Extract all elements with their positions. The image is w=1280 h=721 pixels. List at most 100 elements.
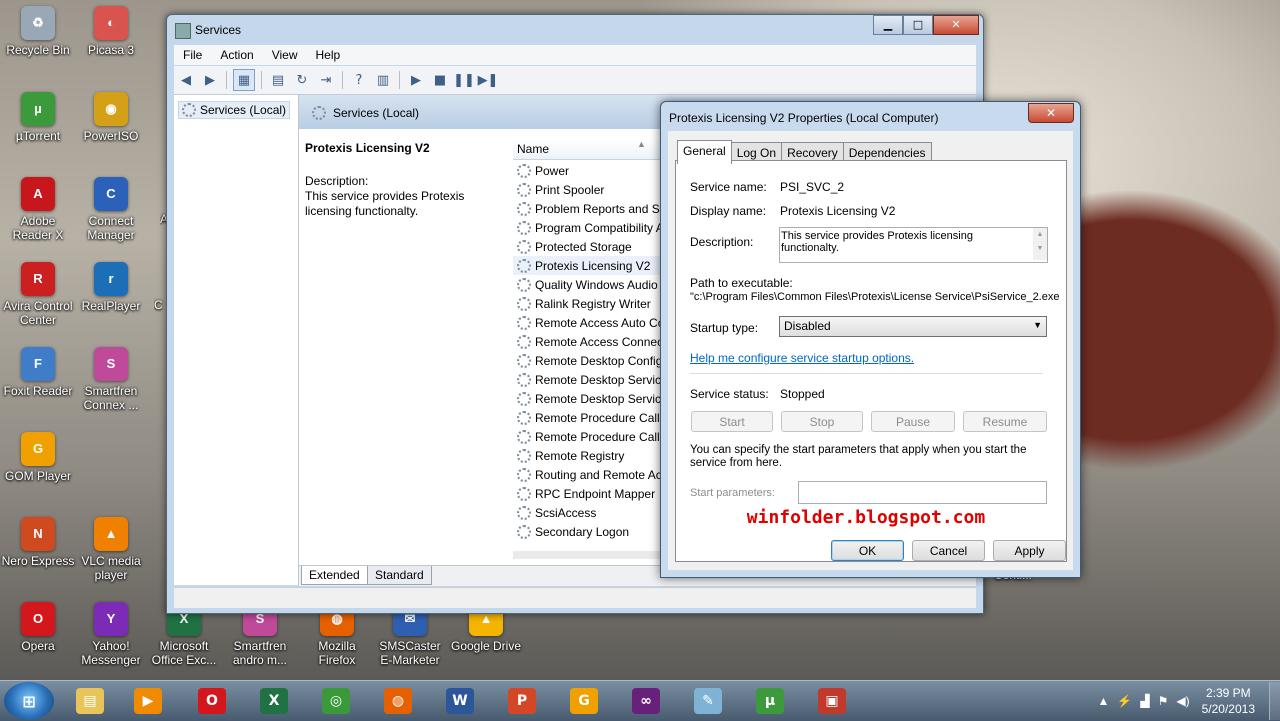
start-button[interactable]: ⊞: [4, 682, 54, 720]
refresh-icon[interactable]: ↻: [292, 70, 312, 90]
show-hidden-icons-icon[interactable]: ▲: [1098, 694, 1110, 708]
ok-button[interactable]: OK: [831, 540, 904, 561]
service-row[interactable]: Remote Desktop Config: [513, 351, 663, 370]
desktop-icon-poweriso[interactable]: ◉ PowerISO: [73, 92, 149, 143]
properties-page-icon[interactable]: ▤: [268, 70, 288, 90]
horizontal-scrollbar[interactable]: [513, 551, 663, 559]
desktop-icon-yahoo-messenger[interactable]: Y Yahoo! Messenger: [73, 602, 149, 667]
apply-button[interactable]: Apply: [993, 540, 1066, 561]
menu-help[interactable]: Help: [307, 45, 350, 65]
close-button[interactable]: ✕: [933, 15, 979, 35]
desktop-icon-foxit-reader[interactable]: F Foxit Reader: [0, 347, 76, 398]
taskbar-button-powerpoint[interactable]: P: [494, 683, 550, 719]
description-scrollbar[interactable]: ▲ ▼: [1033, 228, 1047, 260]
stop-button[interactable]: Stop: [781, 411, 863, 432]
dialog-close-button[interactable]: ✕: [1028, 103, 1074, 123]
help-icon[interactable]: ?: [349, 70, 369, 90]
service-row[interactable]: Secondary Logon: [513, 522, 663, 541]
taskbar-button-visual-studio[interactable]: ∞: [618, 683, 674, 719]
file-explorer-icon: ▤: [76, 688, 104, 714]
back-arrow-icon[interactable]: ◀: [176, 70, 196, 90]
desktop-icon-adobe-reader[interactable]: A Adobe Reader X: [0, 177, 76, 242]
pause-button[interactable]: Pause: [871, 411, 955, 432]
export-list-icon[interactable]: ⇥: [316, 70, 336, 90]
tab-extended[interactable]: Extended: [301, 566, 368, 585]
taskbar-button-media-player[interactable]: ▶: [120, 683, 176, 719]
network-icon[interactable]: ▟: [1140, 694, 1149, 708]
utorrent-icon: µ: [21, 92, 55, 126]
service-row[interactable]: Remote Desktop Service: [513, 389, 663, 408]
service-row[interactable]: Problem Reports and So: [513, 199, 663, 218]
pause-service-icon[interactable]: ❚❚: [453, 70, 475, 90]
taskbar-button-chrome[interactable]: ◎: [308, 683, 364, 719]
start-service-icon[interactable]: ▶: [406, 70, 426, 90]
service-row[interactable]: Remote Desktop Service: [513, 370, 663, 389]
services-title-bar[interactable]: Services ▁ □ ✕: [167, 15, 983, 45]
taskbar-button-firefox[interactable]: ◍: [370, 683, 426, 719]
desktop-icon-recycle-bin[interactable]: ♻ Recycle Bin: [0, 6, 76, 57]
service-row[interactable]: Routing and Remote Ac: [513, 465, 663, 484]
taskbar-button-utorrent[interactable]: µ: [742, 683, 798, 719]
stop-service-icon[interactable]: ■: [430, 70, 450, 90]
service-row[interactable]: Ralink Registry Writer: [513, 294, 663, 313]
service-row[interactable]: Remote Procedure Call: [513, 408, 663, 427]
service-name: Protected Storage: [535, 239, 632, 254]
restart-service-icon[interactable]: ▶❚: [478, 70, 499, 90]
menu-action[interactable]: Action: [211, 45, 262, 65]
service-row[interactable]: Protected Storage: [513, 237, 663, 256]
desktop-icon-vlc[interactable]: ▲ VLC media player: [73, 517, 149, 582]
menu-view[interactable]: View: [263, 45, 307, 65]
service-row[interactable]: Remote Procedure Call: [513, 427, 663, 446]
clock[interactable]: 2:39 PM 5/20/2013: [1202, 685, 1255, 717]
desktop-icon-nero-express[interactable]: N Nero Express: [0, 517, 76, 568]
desktop-icon-gom-player[interactable]: G GOM Player: [0, 432, 76, 483]
cancel-button[interactable]: Cancel: [912, 540, 985, 561]
show-hide-console-tree-icon[interactable]: ▦: [233, 69, 255, 91]
help-configure-startup-link[interactable]: Help me configure service startup option…: [690, 351, 914, 365]
forward-arrow-icon[interactable]: ▶: [200, 70, 220, 90]
desktop-icon-picasa[interactable]: ◐ Picasa 3: [73, 6, 149, 57]
service-row[interactable]: Quality Windows Audio: [513, 275, 663, 294]
startup-type-select[interactable]: Disabled ▼: [779, 316, 1047, 337]
taskbar-button-toolbox[interactable]: ▣: [804, 683, 860, 719]
desktop-icon-smartfren-connex[interactable]: S Smartfren Connex ...: [73, 347, 149, 412]
service-row[interactable]: ScsiAccess: [513, 503, 663, 522]
service-row[interactable]: Remote Access Connect: [513, 332, 663, 351]
start-button[interactable]: Start: [691, 411, 773, 432]
service-row[interactable]: Protexis Licensing V2: [513, 256, 663, 275]
resume-button[interactable]: Resume: [963, 411, 1047, 432]
desktop-icon-connect-manager[interactable]: C Connect Manager: [73, 177, 149, 242]
service-row[interactable]: RPC Endpoint Mapper: [513, 484, 663, 503]
show-desktop-button[interactable]: [1269, 682, 1280, 720]
power-icon[interactable]: ⚡: [1117, 694, 1132, 708]
start-params-input[interactable]: [798, 481, 1047, 504]
taskbar-button-gom-player[interactable]: G: [556, 683, 612, 719]
action-center-flag-icon[interactable]: ⚑: [1158, 694, 1169, 708]
taskbar-button-explorer[interactable]: ▤: [62, 683, 118, 719]
maximize-button[interactable]: □: [903, 15, 933, 35]
name-column-header[interactable]: ▲ Name: [513, 139, 673, 160]
service-row[interactable]: Print Spooler: [513, 180, 663, 199]
taskbar-button-opera[interactable]: O: [184, 683, 240, 719]
service-row[interactable]: Power: [513, 161, 663, 180]
volume-icon[interactable]: ◀): [1176, 694, 1189, 708]
show-action-pane-icon[interactable]: ▥: [373, 70, 393, 90]
desktop-icon-realplayer[interactable]: r RealPlayer: [73, 262, 149, 313]
tab-standard[interactable]: Standard: [367, 566, 432, 585]
taskbar-button-word[interactable]: W: [432, 683, 488, 719]
menu-file[interactable]: File: [174, 45, 211, 65]
service-name: Remote Desktop Config: [535, 353, 663, 368]
taskbar-button-excel[interactable]: X: [246, 683, 302, 719]
desktop-icon-opera[interactable]: O Opera: [0, 602, 76, 653]
tree-item-services-local[interactable]: Services (Local): [178, 101, 291, 119]
description-textbox[interactable]: This service provides Protexis licensing…: [779, 227, 1048, 263]
service-row[interactable]: Remote Access Auto Co: [513, 313, 663, 332]
taskbar-button-notepad[interactable]: ✎: [680, 683, 736, 719]
desktop-icon-avira[interactable]: R Avira Control Center: [0, 262, 76, 327]
service-row[interactable]: Program Compatibility A: [513, 218, 663, 237]
service-row[interactable]: Remote Registry: [513, 446, 663, 465]
minimize-button[interactable]: ▁: [873, 15, 903, 35]
desktop-icon-utorrent[interactable]: µ µTorrent: [0, 92, 76, 143]
tab-general[interactable]: General: [677, 140, 732, 164]
properties-dialog[interactable]: Protexis Licensing V2 Properties (Local …: [660, 101, 1081, 578]
